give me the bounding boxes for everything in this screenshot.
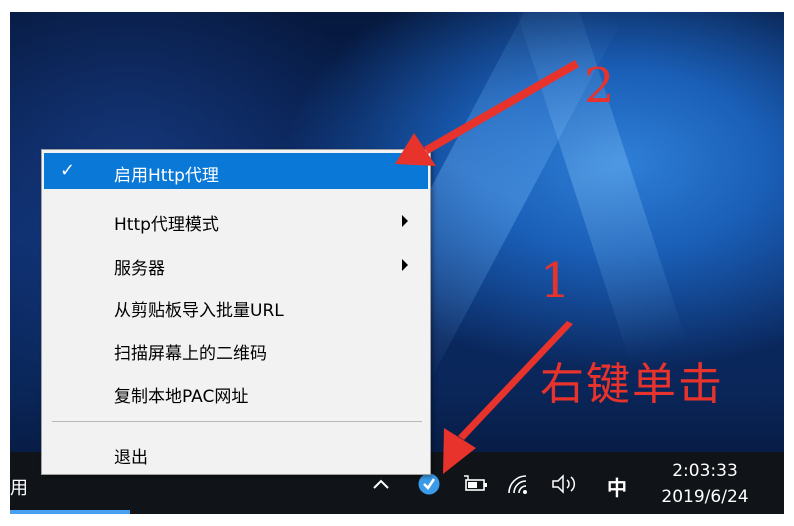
annotation-arrow-2 bbox=[424, 60, 579, 154]
annotation-arrows bbox=[395, 60, 579, 474]
annotation-right-click-text: 右键单击 bbox=[540, 359, 724, 410]
annotation-step-2: 2 bbox=[584, 58, 615, 114]
annotation-step-1: 1 bbox=[540, 253, 571, 309]
